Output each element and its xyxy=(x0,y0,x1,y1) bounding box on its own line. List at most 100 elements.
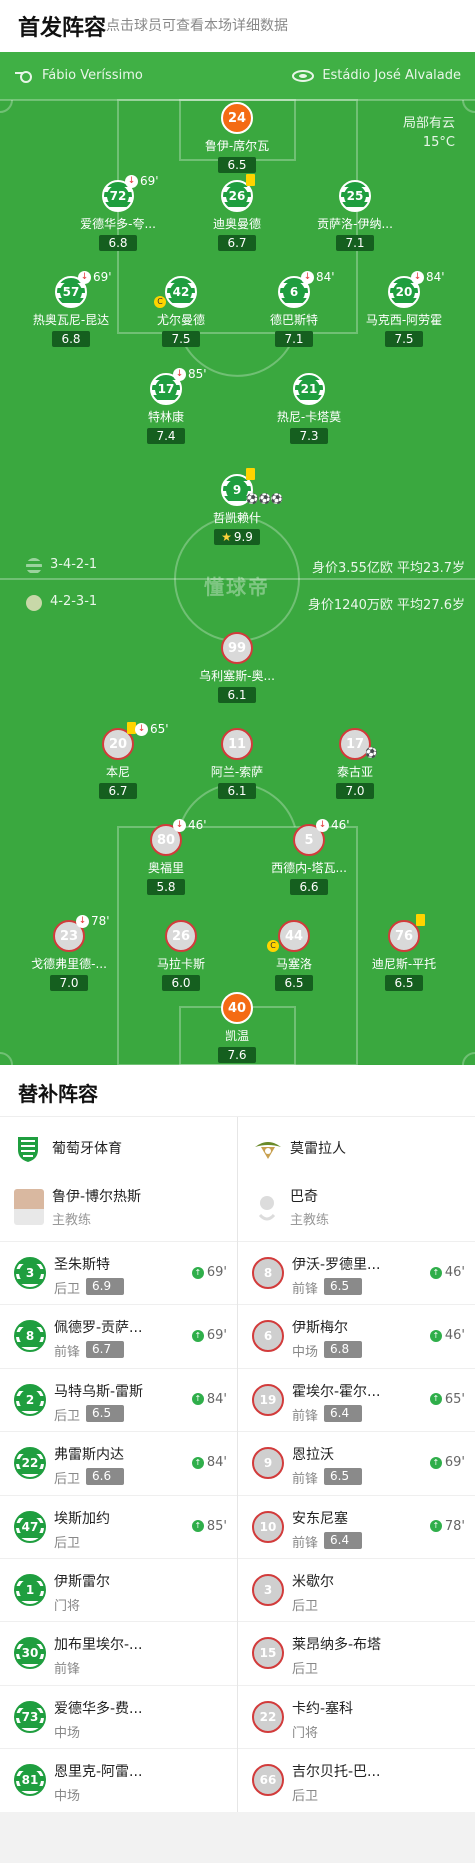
goal-icon: ⚽⚽⚽ xyxy=(246,494,284,505)
sub-jersey: 66 xyxy=(252,1764,284,1797)
sub-on-icon: ↑ xyxy=(191,1393,204,1406)
player-jersey: 11 xyxy=(221,728,253,760)
away-player[interactable]: 76 迪尼斯-平托 6.5 xyxy=(349,914,459,991)
sub-player-row[interactable]: 1 伊斯雷尔 门将 xyxy=(0,1559,237,1623)
sub-jersey: 19 xyxy=(252,1383,284,1416)
sub-player-name: 安东尼塞 xyxy=(292,1510,348,1527)
away-player[interactable]: 26 马拉卡斯 6.0 xyxy=(126,920,236,991)
sub-on-icon: ↑ xyxy=(429,1329,442,1342)
sub-player-row[interactable]: 3 米歇尔 后卫 xyxy=(238,1559,475,1623)
home-player[interactable]: 9 ⚽⚽⚽ 哲凯赖什 9.9 xyxy=(182,468,292,545)
home-player[interactable]: 25 贡萨洛-伊纳... 7.1 xyxy=(300,180,410,251)
sub-off-tag: ↓ 69' xyxy=(78,270,112,284)
away-player[interactable]: 5 ↓ 46' 西德内-塔瓦... 6.6 xyxy=(254,818,364,895)
away-player[interactable]: 23 ↓ 78' 戈德弗里德-... 7.0 xyxy=(14,914,124,991)
sub-player-position: 后卫 xyxy=(54,1472,81,1488)
sub-player-name: 圣朱斯特 xyxy=(54,1257,110,1273)
sub-jersey: 22 xyxy=(252,1700,284,1733)
sub-player-row[interactable]: 22 弗雷斯内达 后卫 6.6 ↑ 84' xyxy=(0,1432,237,1496)
home-player[interactable]: 72 ↓ 69' 爱德华多-夸... 6.8 xyxy=(63,174,173,251)
sub-jersey: 30 xyxy=(14,1637,46,1670)
away-coach-row[interactable]: 巴奇 主教练 xyxy=(238,1177,475,1242)
player-name: 马克西-阿劳霍 xyxy=(365,313,443,327)
player-name: 贡萨洛-伊纳... xyxy=(317,217,393,231)
sub-player-name: 米歇尔 xyxy=(292,1573,334,1590)
sub-off-icon: ↓ xyxy=(173,818,186,832)
sub-on-icon: ↑ xyxy=(191,1520,204,1533)
sub-on-minute: ↑ 84' xyxy=(191,1455,227,1470)
sub-jersey: 47 xyxy=(14,1510,46,1543)
sub-player-row[interactable]: 66 吉尔贝托-巴... 后卫 xyxy=(238,1749,475,1813)
subs-panel: 葡萄牙体育 鲁伊-博尔热斯 主教练 3 圣朱斯特 后卫 6.9 ↑ 69' 8 佩德罗-贡萨.… xyxy=(0,1117,475,1813)
away-club-row[interactable]: 莫雷拉人 xyxy=(238,1117,475,1177)
away-player[interactable]: 44 C 马塞洛 6.5 xyxy=(239,920,349,991)
home-player[interactable]: 57 ↓ 69' 热奥瓦尼-昆达 6.8 xyxy=(16,270,126,347)
sub-player-name: 埃斯加约 xyxy=(54,1510,110,1527)
player-rating: 7.4 xyxy=(147,428,185,444)
sub-player-row[interactable]: 6 伊斯梅尔 中场 6.8 ↑ 46' xyxy=(238,1305,475,1369)
sub-player-row[interactable]: 19 霍埃尔-霍尔... 前锋 6.4 ↑ 65' xyxy=(238,1369,475,1433)
player-name: 凯温 xyxy=(224,1029,249,1043)
sub-player-position: 后卫 xyxy=(292,1789,319,1805)
home-player[interactable]: 42 C 尤尔曼德 7.5 xyxy=(126,276,236,347)
sub-player-row[interactable]: 30 加布里埃尔-... 前锋 xyxy=(0,1622,237,1686)
away-player[interactable]: 20 ↓ 65' 本尼 6.7 xyxy=(63,722,173,799)
lineup-subtitle: 点击球员可查看本场详细数据 xyxy=(106,18,288,34)
sub-player-rating: 6.5 xyxy=(324,1468,362,1486)
sub-player-position: 中场 xyxy=(54,1725,81,1741)
away-player[interactable]: 11 阿兰-索萨 6.1 xyxy=(182,728,292,799)
referee: Fábio Veríssimo xyxy=(14,68,143,83)
home-player-gk[interactable]: 24 鲁伊-席尔瓦 6.5 xyxy=(182,102,292,173)
sub-player-rating: 6.6 xyxy=(86,1468,124,1486)
player-name: 乌利塞斯-奥... xyxy=(199,669,275,683)
player-rating: 6.7 xyxy=(99,783,137,799)
subs-title: 替补阵容 xyxy=(18,1082,98,1106)
sub-player-name: 卡约-塞科 xyxy=(292,1700,354,1717)
player-rating: 6.5 xyxy=(275,975,313,991)
home-subs-column: 葡萄牙体育 鲁伊-博尔热斯 主教练 3 圣朱斯特 后卫 6.9 ↑ 69' 8 佩德罗-贡萨.… xyxy=(0,1117,237,1813)
sub-player-position: 后卫 xyxy=(54,1408,81,1424)
home-coach-role: 主教练 xyxy=(52,1213,92,1228)
sub-player-row[interactable]: 8 伊沃-罗德里... 前锋 6.5 ↑ 46' xyxy=(238,1242,475,1306)
player-rating: 7.0 xyxy=(50,975,88,991)
home-player[interactable]: 21 热尼-卡塔莫 7.3 xyxy=(254,373,364,444)
whistle-icon xyxy=(15,70,32,83)
sub-player-row[interactable]: 47 埃斯加约 后卫 ↑ 85' xyxy=(0,1496,237,1559)
home-coach-row[interactable]: 鲁伊-博尔热斯 主教练 xyxy=(0,1177,237,1242)
player-jersey: 42 xyxy=(165,276,197,308)
sub-player-name: 恩里克-阿雷... xyxy=(54,1764,143,1781)
home-player[interactable]: 17 ↓ 85' 特林康 7.4 xyxy=(111,367,221,444)
away-player[interactable]: 99 乌利塞斯-奥... 6.1 xyxy=(182,632,292,703)
home-player[interactable]: 26 迪奥曼德 6.7 xyxy=(182,174,292,251)
sub-on-minute: ↑ 85' xyxy=(191,1519,227,1534)
sub-player-row[interactable]: 81 恩里克-阿雷... 中场 xyxy=(0,1749,237,1813)
sub-player-row[interactable]: 22 卡约-塞科 门将 xyxy=(238,1686,475,1750)
sub-player-row[interactable]: 15 莱昂纳多-布塔 后卫 xyxy=(238,1622,475,1686)
sub-player-row[interactable]: 73 爱德华多-费... 中场 xyxy=(0,1686,237,1750)
sub-jersey: 6 xyxy=(252,1320,284,1353)
away-player[interactable]: 80 ↓ 46' 奥福里 5.8 xyxy=(111,818,221,895)
sub-player-name: 加布里埃尔-... xyxy=(54,1637,143,1654)
sub-off-tag: ↓ 78' xyxy=(76,914,110,928)
away-player-gk[interactable]: 40 凯温 7.6 xyxy=(182,992,292,1063)
away-player[interactable]: 17 ⚽ 泰古亚 7.0 xyxy=(300,728,410,799)
player-rating: 7.1 xyxy=(275,331,313,347)
player-name: 尤尔曼德 xyxy=(156,313,205,327)
player-name: 德巴斯特 xyxy=(269,313,318,327)
home-player[interactable]: 20 ↓ 84' 马克西-阿劳霍 7.5 xyxy=(349,270,459,347)
sub-player-row[interactable]: 2 马特乌斯-雷斯 后卫 6.5 ↑ 84' xyxy=(0,1369,237,1433)
sub-player-row[interactable]: 3 圣朱斯特 后卫 6.9 ↑ 69' xyxy=(0,1242,237,1306)
home-club-row[interactable]: 葡萄牙体育 xyxy=(0,1117,237,1177)
sub-player-row[interactable]: 9 恩拉沃 前锋 6.5 ↑ 69' xyxy=(238,1432,475,1496)
sub-player-row[interactable]: 8 佩德罗-贡萨... 前锋 6.7 ↑ 69' xyxy=(0,1305,237,1369)
away-team-info: 4-2-3-1 身价1240万欧 平均27.6岁 xyxy=(0,594,475,614)
sub-player-row[interactable]: 10 安东尼塞 前锋 6.4 ↑ 78' xyxy=(238,1496,475,1559)
away-club-logo-icon xyxy=(255,1142,281,1159)
weather: 局部有云 15°C xyxy=(403,114,455,152)
player-name: 戈德弗里德-... xyxy=(31,957,107,971)
sub-jersey: 8 xyxy=(14,1320,46,1353)
sub-on-icon: ↑ xyxy=(191,1266,204,1279)
home-coach-avatar xyxy=(14,1189,44,1225)
home-player[interactable]: 6 ↓ 84' 德巴斯特 7.1 xyxy=(239,270,349,347)
sub-off-tag: ↓ 85' xyxy=(173,367,207,381)
